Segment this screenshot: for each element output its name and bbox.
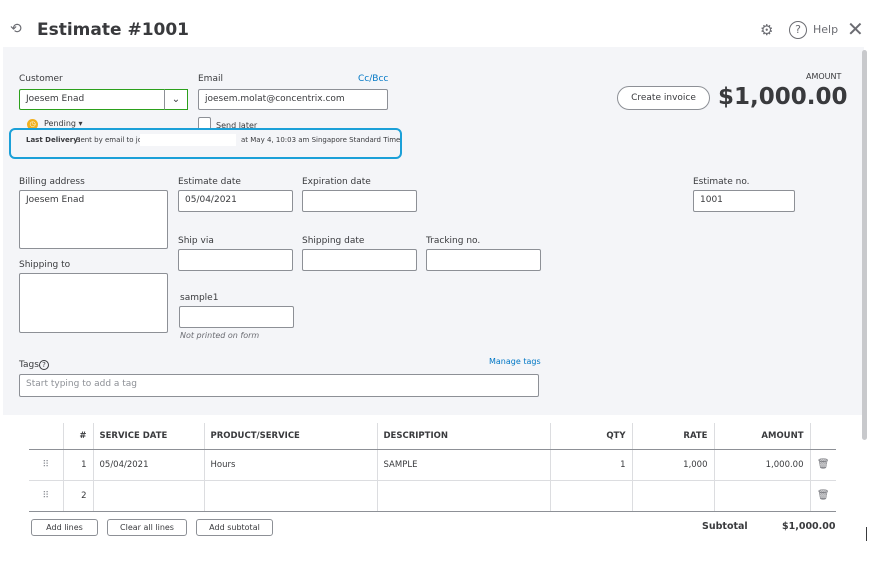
shipping-date-field[interactable] (302, 249, 417, 271)
product-service-cell[interactable] (203, 480, 377, 512)
rate-cell[interactable] (631, 480, 714, 512)
add-lines-button[interactable]: Add lines (31, 519, 98, 536)
shipping-to-field[interactable] (19, 273, 168, 333)
description-cell[interactable]: SAMPLE (376, 449, 550, 481)
email-field[interactable]: joesem.molat@concentrix.com (198, 89, 388, 110)
column-header: PRODUCT/SERVICE (203, 423, 377, 450)
sample1-field[interactable] (179, 306, 294, 328)
row-number: 1 (62, 449, 93, 481)
scrollbar[interactable] (862, 50, 867, 440)
subtotal-value: $1,000.00 (782, 521, 836, 532)
trash-icon[interactable]: 🗑 (809, 480, 836, 512)
customer-label: Customer (19, 74, 63, 84)
status-badge[interactable]: Pending ▾ (44, 119, 83, 128)
estimate-no-label: Estimate no. (693, 177, 750, 187)
page-title: Estimate #1001 (37, 20, 190, 40)
tags-input[interactable]: Start typing to add a tag (19, 374, 539, 397)
service-date-cell[interactable]: 05/04/2021 (92, 449, 204, 481)
drag-column-header (29, 423, 63, 450)
create-invoice-button[interactable]: Create invoice (617, 86, 710, 110)
column-header: SERVICE DATE (92, 423, 204, 450)
estimate-date-field[interactable]: 05/04/2021 (178, 190, 293, 212)
help-icon[interactable]: ? (789, 21, 807, 39)
amount-label: AMOUNT (806, 72, 842, 81)
drag-handle-icon[interactable]: ⠿ (29, 449, 63, 481)
history-icon[interactable]: ⟲ (10, 21, 22, 37)
rate-cell[interactable]: 1,000 (631, 449, 714, 481)
amount-cell[interactable] (713, 480, 810, 512)
qty-cell[interactable] (549, 480, 632, 512)
column-header: AMOUNT (713, 423, 810, 450)
redacted-area (140, 134, 236, 146)
subtotal-label: Subtotal (702, 521, 748, 532)
column-header: RATE (631, 423, 714, 450)
ship-via-field[interactable] (178, 249, 293, 271)
column-header: QTY (549, 423, 632, 450)
table-row[interactable]: ⠿ 1 05/04/2021 Hours SAMPLE 1 1,000 1,00… (29, 449, 836, 481)
line-items-table: # SERVICE DATE PRODUCT/SERVICE DESCRIPTI… (29, 423, 836, 512)
table-header-row: # SERVICE DATE PRODUCT/SERVICE DESCRIPTI… (29, 423, 836, 450)
drag-handle-icon[interactable]: ⠿ (29, 480, 63, 512)
trash-icon[interactable]: 🗑 (809, 449, 836, 481)
chevron-down-icon[interactable]: ⌄ (164, 89, 188, 110)
help-label[interactable]: Help (813, 23, 838, 36)
shipping-to-label: Shipping to (19, 260, 71, 270)
expiration-date-label: Expiration date (302, 177, 371, 187)
trash-column-header (809, 423, 836, 450)
billing-address-label: Billing address (19, 177, 85, 187)
not-printed-note: Not printed on form (180, 331, 260, 340)
shipping-date-label: Shipping date (302, 236, 365, 246)
product-service-cell[interactable]: Hours (203, 449, 377, 481)
last-delivery-sent: Sent by email to jo (76, 136, 142, 144)
estimate-date-label: Estimate date (178, 177, 241, 187)
column-header: # (62, 423, 93, 450)
tracking-no-field[interactable] (426, 249, 541, 271)
help-icon[interactable]: ? (39, 360, 49, 370)
manage-tags-link[interactable]: Manage tags (489, 357, 541, 366)
last-delivery-title: Last Delivery: (26, 136, 81, 144)
scroll-edge (866, 527, 867, 541)
table-row[interactable]: ⠿ 2 🗑 (29, 480, 836, 512)
column-header: DESCRIPTION (376, 423, 550, 450)
ccbcc-link[interactable]: Cc/Bcc (358, 74, 388, 84)
expiration-date-field[interactable] (302, 190, 417, 212)
email-label: Email (198, 74, 223, 84)
customer-select[interactable]: Joesem Enad (19, 89, 165, 110)
tracking-no-label: Tracking no. (426, 236, 481, 246)
clear-all-lines-button[interactable]: Clear all lines (107, 519, 187, 536)
amount-cell[interactable]: 1,000.00 (713, 449, 810, 481)
estimate-no-field[interactable]: 1001 (693, 190, 795, 212)
sample1-label: sample1 (180, 293, 219, 303)
amount-total: $1,000.00 (718, 84, 848, 110)
page-header: ⟲ Estimate #1001 ⚙ ? Help ✕ (0, 15, 893, 47)
close-icon[interactable]: ✕ (847, 17, 864, 41)
service-date-cell[interactable] (92, 480, 204, 512)
last-delivery-time: at May 4, 10:03 am Singapore Standard Ti… (241, 136, 401, 144)
ship-via-label: Ship via (178, 236, 214, 246)
billing-address-field[interactable]: Joesem Enad (19, 190, 168, 249)
gear-icon[interactable]: ⚙ (760, 21, 773, 39)
row-number: 2 (62, 480, 93, 512)
tags-label: Tags (19, 360, 39, 370)
description-cell[interactable] (376, 480, 550, 512)
add-subtotal-button[interactable]: Add subtotal (196, 519, 273, 536)
qty-cell[interactable]: 1 (549, 449, 632, 481)
